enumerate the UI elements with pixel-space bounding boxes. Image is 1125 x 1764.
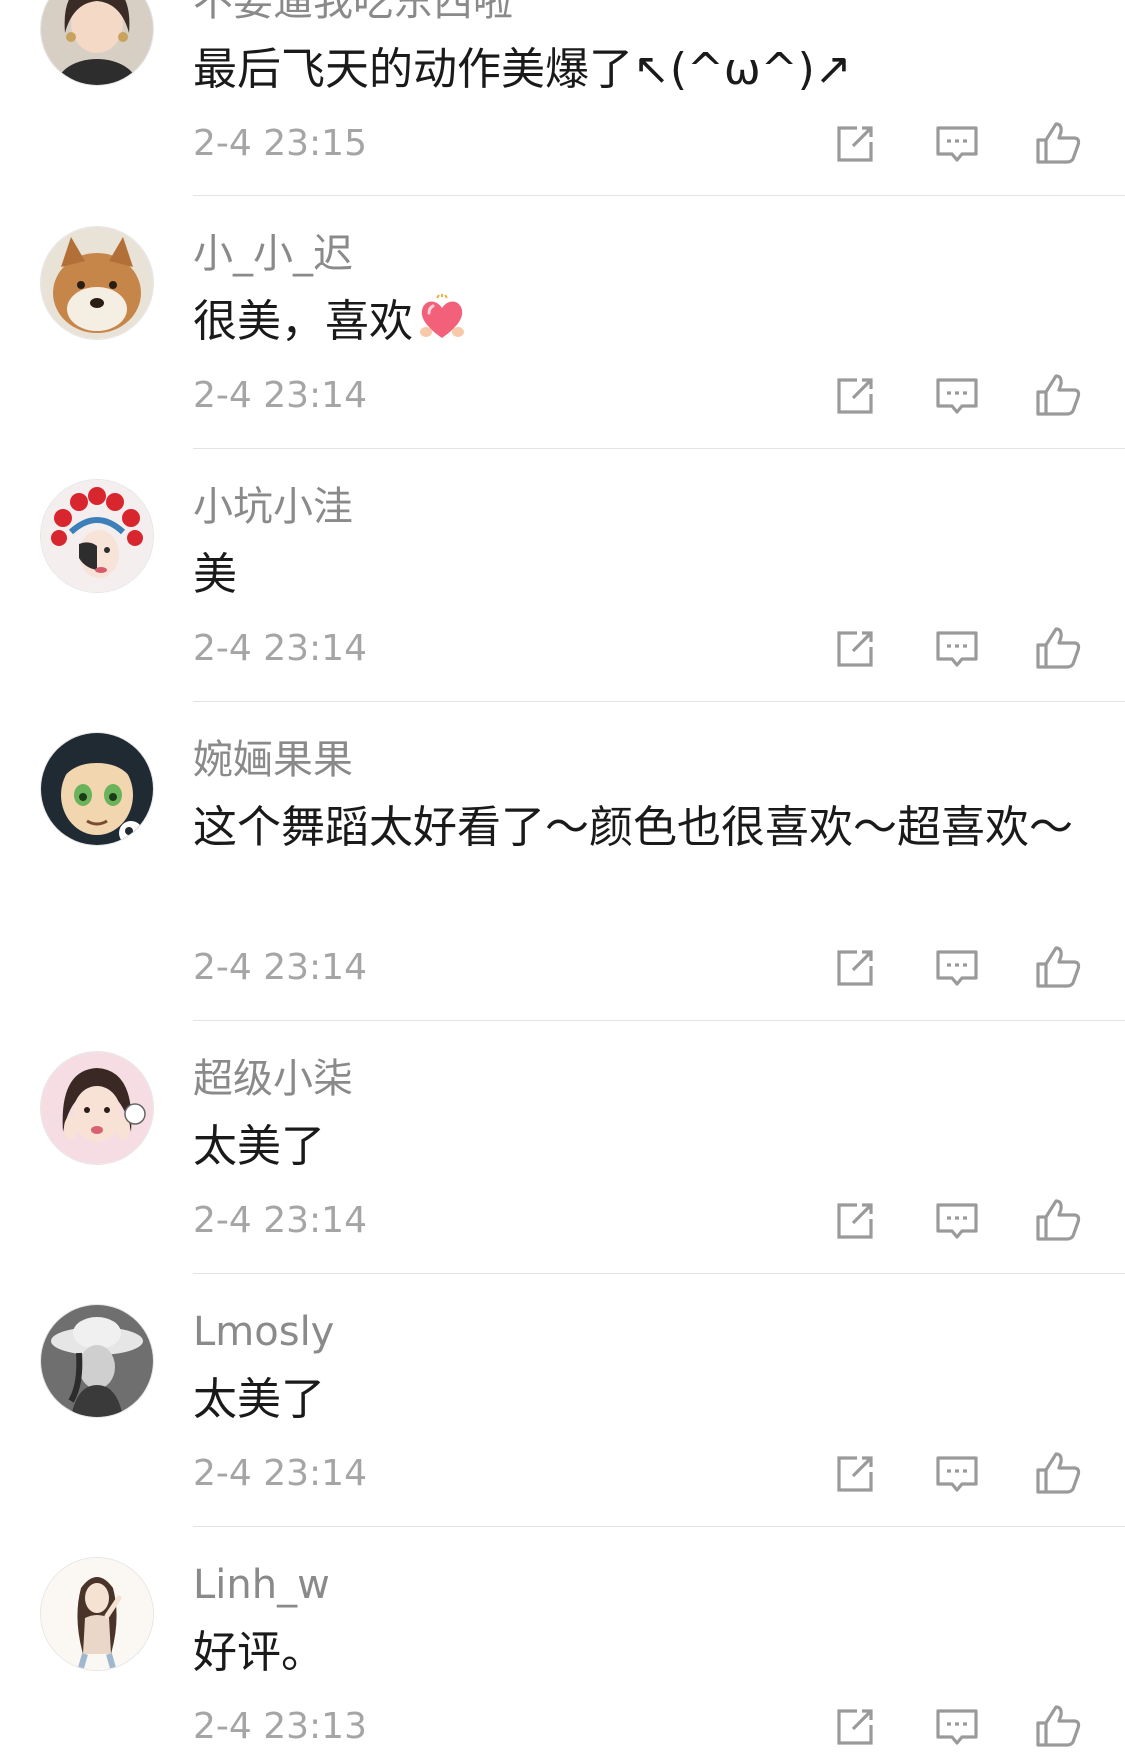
comment-username[interactable]: Linh_w (193, 1561, 330, 1609)
comment-icon (936, 126, 978, 162)
comment-timestamp: 2-4 23:14 (193, 375, 367, 416)
thumbs-up-icon (1036, 1199, 1081, 1241)
comment-timestamp: 2-4 23:14 (193, 947, 367, 988)
avatar-shiba-dog (41, 227, 153, 339)
repost-button[interactable] (831, 1450, 879, 1498)
avatar-girl-pink (41, 1052, 153, 1164)
repost-icon (837, 378, 873, 414)
comment-item: 不要逼我吃东西啦 最后飞天的动作美爆了↖(^ω^)↗ 2-4 23:15 (0, 0, 1125, 196)
comment-item: Lmosly 太美了 2-4 23:14 (0, 1274, 1125, 1527)
comment-icon (936, 950, 978, 986)
repost-button[interactable] (831, 1703, 879, 1751)
comment-text: 好评。 (193, 1627, 325, 1678)
reply-button[interactable] (933, 625, 981, 673)
thumbs-up-icon (1036, 1452, 1081, 1494)
like-button[interactable] (1034, 120, 1082, 168)
repost-button[interactable] (831, 944, 879, 992)
comment-text: 很美，喜欢 (193, 290, 1073, 354)
reply-button[interactable] (933, 1703, 981, 1751)
comment-icon (936, 1709, 978, 1745)
thumbs-up-icon (1036, 946, 1081, 988)
avatar-girl-photo (41, 0, 153, 85)
thumbs-up-icon (1036, 122, 1081, 164)
comment-username[interactable]: Lmosly (193, 1308, 334, 1356)
comment-text: 太美了 (193, 1374, 325, 1425)
avatar-cartoon-face (41, 733, 153, 845)
user-avatar[interactable] (40, 1304, 154, 1418)
comment-timestamp: 2-4 23:13 (193, 1706, 367, 1747)
user-avatar[interactable] (40, 226, 154, 340)
comment-text: 太美了 (193, 1121, 325, 1172)
like-button[interactable] (1034, 1450, 1082, 1498)
repost-icon (837, 126, 873, 162)
repost-button[interactable] (831, 625, 879, 673)
comment-timestamp: 2-4 23:15 (193, 123, 367, 164)
comment-item: 婉婳果果 这个舞蹈太好看了～颜色也很喜欢～超喜欢～ 2-4 23:14 (0, 702, 1125, 1021)
comment-timestamp: 2-4 23:14 (193, 628, 367, 669)
reply-button[interactable] (933, 1450, 981, 1498)
heart-emoji (420, 294, 464, 338)
user-avatar[interactable] (40, 1051, 154, 1165)
like-button[interactable] (1034, 1703, 1082, 1751)
comment-text: 最后飞天的动作美爆了↖(^ω^)↗ (193, 44, 852, 95)
comment-username[interactable]: 不要逼我吃东西啦 (193, 0, 513, 26)
comment-item: 超级小柒 太美了 2-4 23:14 (0, 1021, 1125, 1274)
comment-text: 美 (193, 549, 237, 600)
comment-username[interactable]: 婉婳果果 (193, 736, 353, 784)
thumbs-up-icon (1036, 627, 1081, 669)
comment-username[interactable]: 小_小_迟 (193, 230, 353, 278)
user-avatar[interactable] (40, 0, 154, 86)
repost-icon (837, 631, 873, 667)
avatar-girl-drawing (41, 1558, 153, 1670)
comment-text-value: 很美，喜欢 (193, 296, 413, 347)
repost-button[interactable] (831, 120, 879, 168)
comment-icon (936, 631, 978, 667)
thumbs-up-icon (1036, 1705, 1081, 1747)
like-button[interactable] (1034, 625, 1082, 673)
comment-icon (936, 378, 978, 414)
comment-username[interactable]: 小坑小洼 (193, 483, 353, 531)
thumbs-up-icon (1036, 374, 1081, 416)
comment-timestamp: 2-4 23:14 (193, 1200, 367, 1241)
like-button[interactable] (1034, 372, 1082, 420)
user-avatar[interactable] (40, 732, 154, 846)
comment-item: 小_小_迟 很美，喜欢 2-4 23:14 (0, 196, 1125, 449)
user-avatar[interactable] (40, 1557, 154, 1671)
comment-item: Linh_w 好评。 2-4 23:13 (0, 1527, 1125, 1764)
avatar-girl-hat-bw (41, 1305, 153, 1417)
user-avatar[interactable] (40, 479, 154, 593)
reply-button[interactable] (933, 944, 981, 992)
repost-button[interactable] (831, 1197, 879, 1245)
reply-button[interactable] (933, 1197, 981, 1245)
comment-text: 这个舞蹈太好看了～颜色也很喜欢～超喜欢～ (193, 802, 1073, 853)
comment-username[interactable]: 超级小柒 (193, 1055, 353, 1103)
avatar-opera-headdress (41, 480, 153, 592)
comment-icon (936, 1203, 978, 1239)
comment-timestamp: 2-4 23:14 (193, 1453, 367, 1494)
comment-list: 不要逼我吃东西啦 最后飞天的动作美爆了↖(^ω^)↗ 2-4 23:15 小_小… (0, 0, 1125, 1764)
reply-button[interactable] (933, 372, 981, 420)
repost-icon (837, 1203, 873, 1239)
like-button[interactable] (1034, 1197, 1082, 1245)
comment-icon (936, 1456, 978, 1492)
repost-icon (837, 1456, 873, 1492)
repost-button[interactable] (831, 372, 879, 420)
like-button[interactable] (1034, 944, 1082, 992)
comment-item: 小坑小洼 美 2-4 23:14 (0, 449, 1125, 702)
repost-icon (837, 1709, 873, 1745)
reply-button[interactable] (933, 120, 981, 168)
repost-icon (837, 950, 873, 986)
